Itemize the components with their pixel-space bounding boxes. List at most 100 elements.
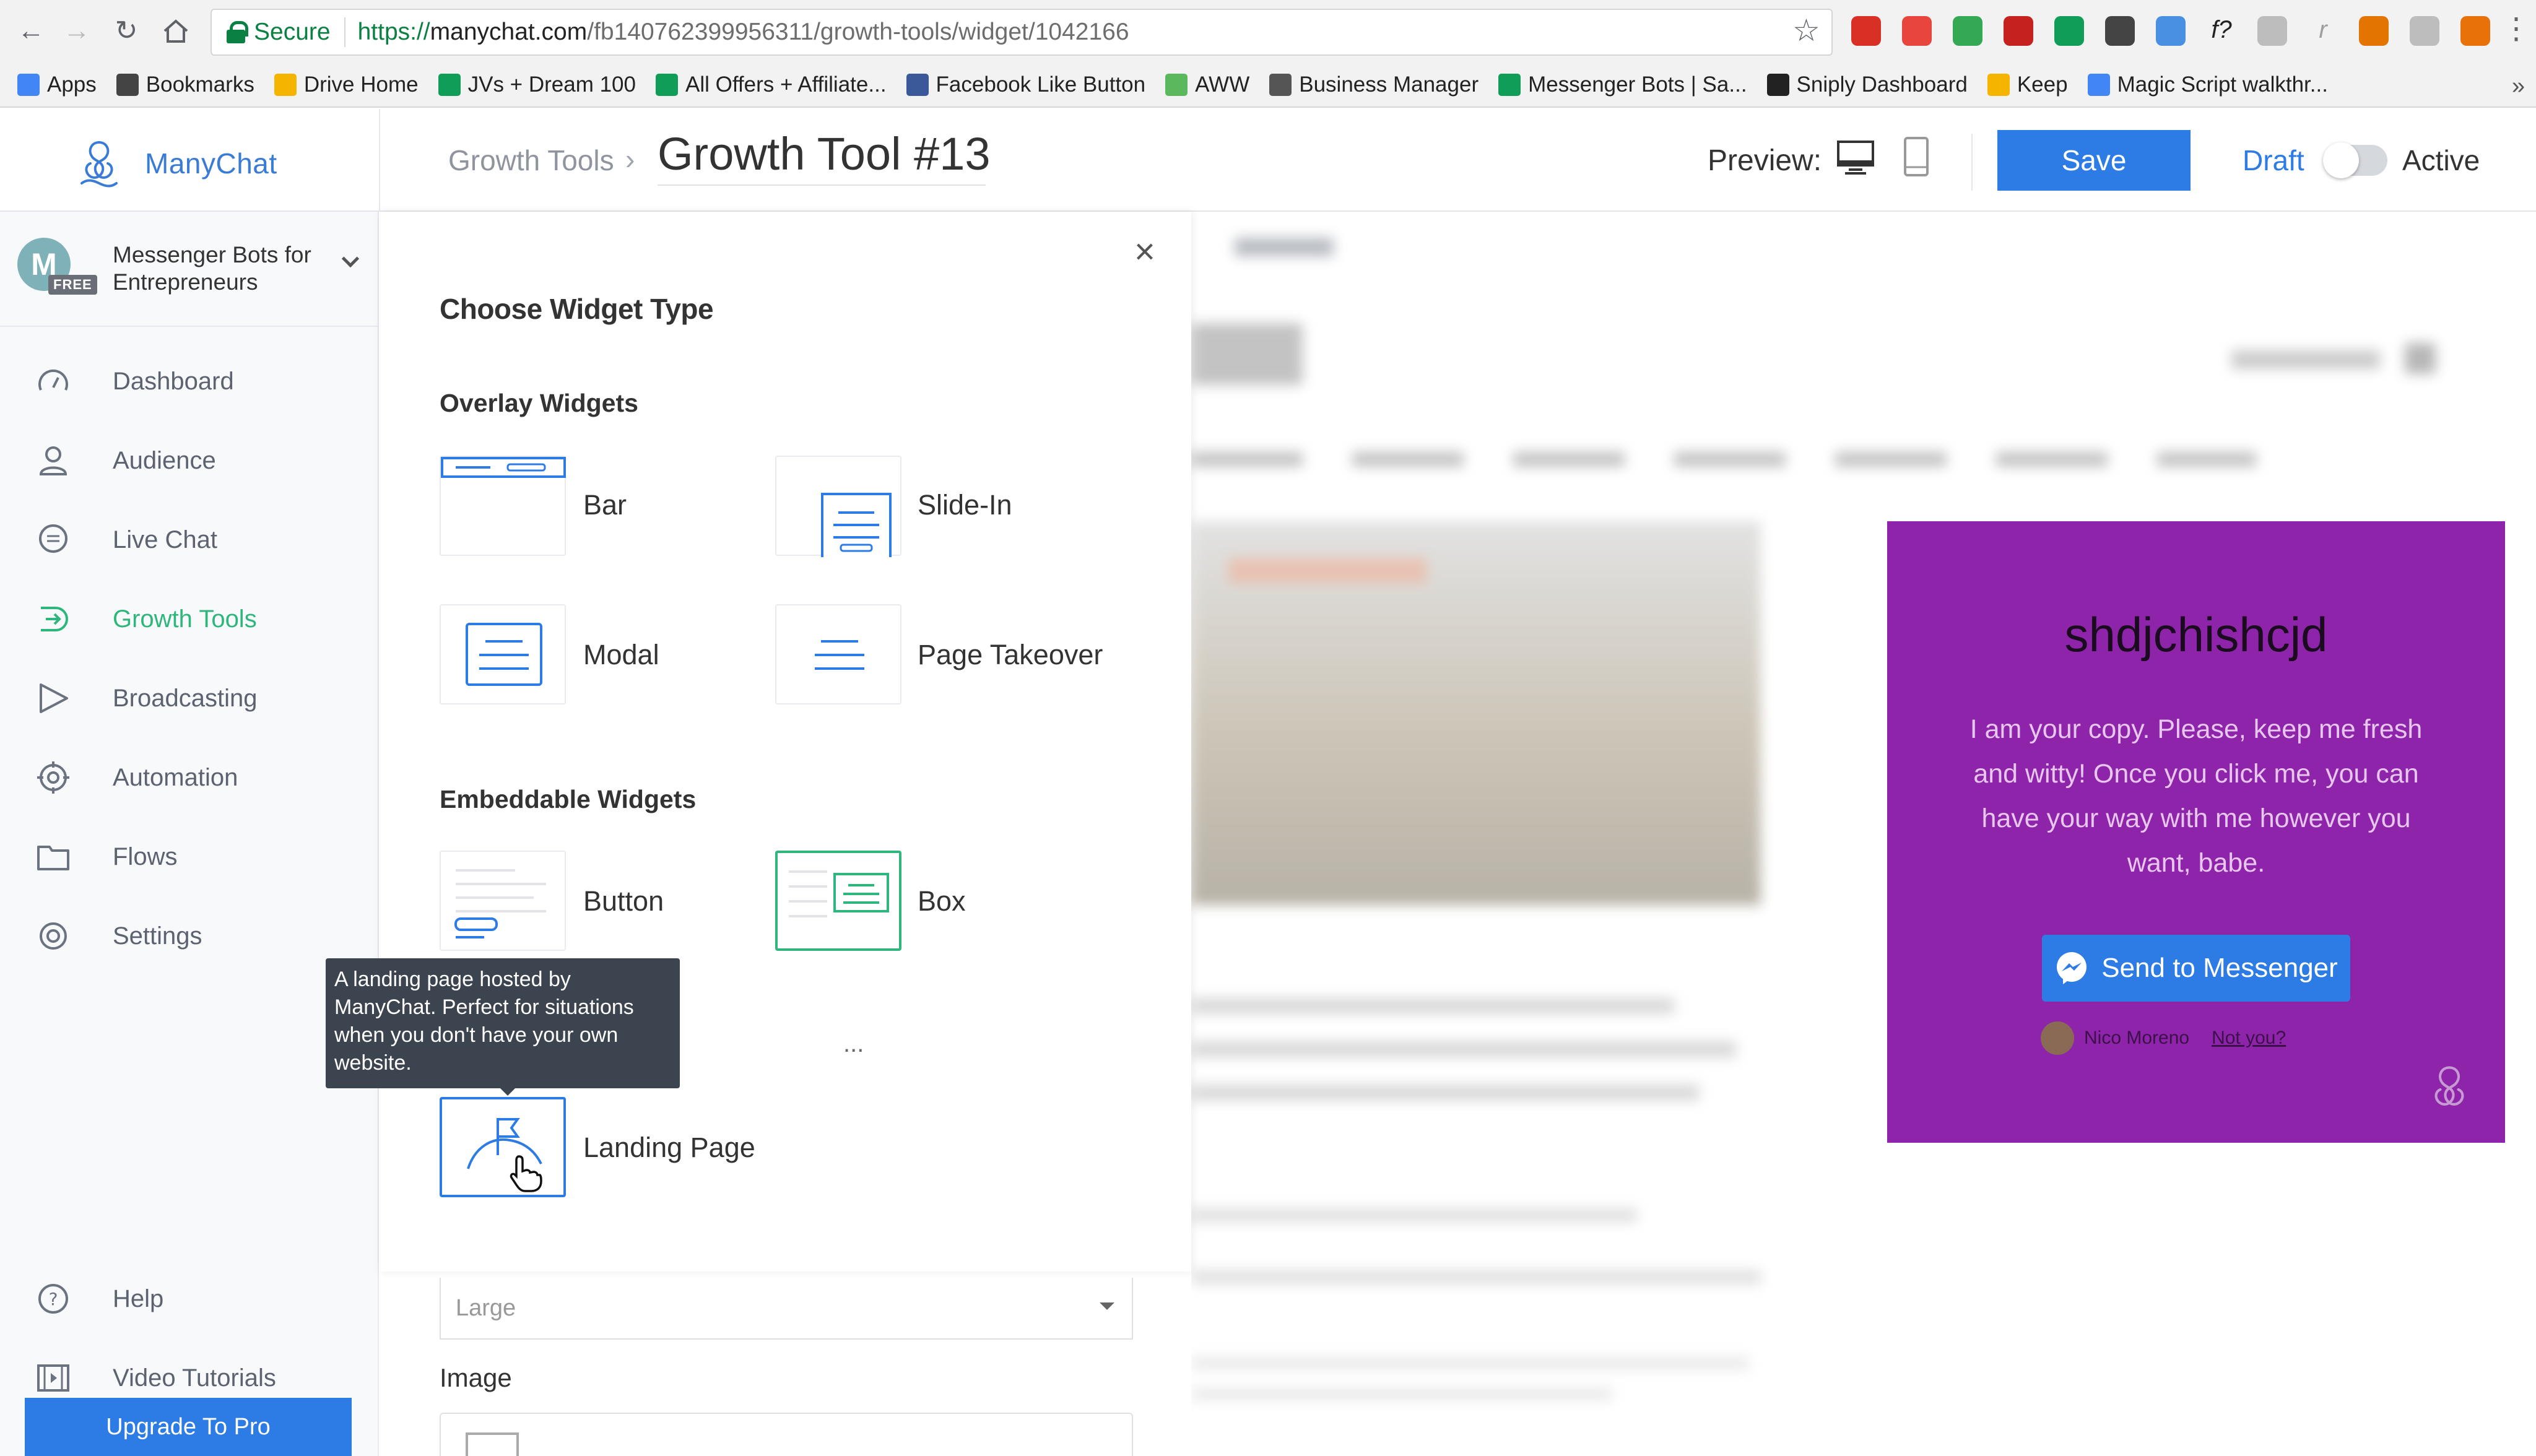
breadcrumb[interactable]: Growth Tools [448,144,614,177]
sidebar-item-label: Help [113,1285,164,1312]
bookmark-item[interactable]: Apps [17,72,97,97]
extension-icon[interactable]: f? [2207,16,2236,46]
sidebar-item-label: Video Tutorials [113,1364,276,1392]
mobile-preview-icon[interactable] [1903,136,1929,177]
draft-label[interactable]: Draft [2243,144,2304,177]
bookmark-item[interactable]: JVs + Dream 100 [438,72,636,97]
caret-down-icon [1100,1302,1114,1310]
apps-grid-icon [17,74,40,96]
extension-icon[interactable] [2359,16,2389,46]
bookmark-item[interactable]: All Offers + Affiliate... [655,72,887,97]
widget-label-landing-page[interactable]: Landing Page [583,1132,755,1164]
browser-menu-icon[interactable]: ⋮ [2501,11,2531,46]
sheets-icon [655,74,678,96]
extension-icon[interactable] [2004,16,2033,46]
widget-label-page-takeover[interactable]: Page Takeover [918,639,1103,671]
save-button[interactable]: Save [1997,130,2191,191]
desktop-preview-icon[interactable] [1836,140,1875,176]
widget-label-modal[interactable]: Modal [583,639,659,671]
bookmark-star-icon[interactable]: ☆ [1792,15,1820,46]
page-title[interactable]: Growth Tool #13 [658,128,991,186]
back-arrow-icon[interactable]: ← [14,14,48,48]
bookmark-item[interactable]: AWW [1165,72,1249,97]
widget-label-slide-in[interactable]: Slide-In [918,489,1012,521]
send-arrow-icon [40,683,68,713]
settings-gear-icon [40,922,67,950]
manychat-logo[interactable]: ManyChat [69,134,277,193]
extension-icon[interactable] [2156,16,2186,46]
widget-option-slide-in[interactable] [775,456,901,560]
sidebar-item-broadcasting[interactable]: Broadcasting [0,670,379,727]
hidden-widget-label-fragment: ... [843,1030,864,1057]
bookmark-item[interactable]: Bookmarks [116,72,254,97]
manychat-watermark-icon [2434,1066,2464,1106]
extension-icon[interactable] [1851,16,1881,46]
extension-icon[interactable] [2257,16,2287,46]
sidebar-item-live-chat[interactable]: Live Chat [0,511,379,568]
box-widget-icon [789,870,889,917]
widget-option-page-takeover[interactable] [775,604,901,704]
chevron-down-icon[interactable] [341,249,360,268]
secure-indicator[interactable]: Secure [212,17,345,47]
home-icon[interactable] [158,14,193,48]
widget-label-button[interactable]: Button [583,885,664,917]
sidebar-item-settings[interactable]: Settings [0,908,379,964]
bookmark-item[interactable]: Magic Script walkthr... [2087,72,2328,97]
bookmark-label: Sniply Dashboard [1796,72,1968,97]
image-upload-box[interactable] [440,1413,1133,1456]
user-avatar [2041,1021,2074,1055]
widget-option-modal[interactable] [440,604,566,704]
send-to-messenger-button[interactable]: Send to Messenger [2042,935,2350,1002]
bookmark-label: Business Manager [1299,72,1479,97]
widget-body-text[interactable]: I am your copy. Please, keep me fresh an… [1961,707,2431,885]
sidebar-item-flows[interactable]: Flows [0,828,379,885]
address-bar[interactable]: Secure https://manychat.com/fb1407623999… [211,9,1833,56]
sidebar-item-automation[interactable]: Automation [0,749,379,806]
aww-icon [1165,74,1188,96]
widget-option-box[interactable] [775,851,901,951]
reload-icon[interactable]: ↻ [109,14,144,48]
extension-icon[interactable] [2460,16,2490,46]
forward-arrow-icon[interactable]: → [59,14,94,48]
video-film-icon [37,1364,69,1392]
extension-icon[interactable]: r [2308,16,2338,46]
send-to-messenger-label: Send to Messenger [2101,953,2338,983]
upgrade-to-pro-button[interactable]: Upgrade To Pro [25,1398,352,1456]
bookmark-item[interactable]: Keep [1987,72,2068,97]
bookmarks-overflow-icon[interactable]: » [2512,73,2525,100]
size-select[interactable]: Large [440,1278,1133,1340]
bookmark-label: Drive Home [303,72,419,97]
widget-option-bar[interactable] [440,456,566,556]
person-icon [39,446,67,475]
docs-icon [2087,74,2110,96]
sidebar-item-help[interactable]: ? Help [0,1270,379,1327]
overlay-widgets-heading: Overlay Widgets [440,389,638,417]
bookmark-item[interactable]: Drive Home [274,72,419,97]
extension-icon[interactable] [2054,16,2084,46]
bookmark-item[interactable]: Messenger Bots | Sa... [1498,72,1747,97]
widget-headline[interactable]: shdjchishcjd [1887,607,2505,663]
active-toggle[interactable] [2323,142,2387,178]
close-icon[interactable]: × [1134,234,1155,270]
widget-label-box[interactable]: Box [918,885,966,917]
not-you-link[interactable]: Not you? [2212,1028,2286,1049]
widget-option-button[interactable] [440,851,566,951]
slide-in-widget-icon [821,493,892,560]
widget-preview-card[interactable]: shdjchishcjd I am your copy. Please, kee… [1887,521,2505,1143]
sidebar-item-dashboard[interactable]: Dashboard [0,353,379,410]
widget-option-landing-page[interactable] [440,1097,566,1197]
tooltip-arrow [499,1087,516,1096]
widget-label-bar[interactable]: Bar [583,489,627,521]
extension-icon[interactable] [1953,16,1982,46]
bookmark-item[interactable]: Sniply Dashboard [1766,72,1968,97]
active-label[interactable]: Active [2402,144,2480,177]
extension-icon[interactable] [1902,16,1932,46]
sidebar-item-label: Dashboard [113,367,234,395]
bookmark-item[interactable]: Business Manager [1269,72,1479,97]
extension-icon[interactable] [2105,16,2135,46]
extension-icon[interactable] [2410,16,2439,46]
bookmark-item[interactable]: Facebook Like Button [906,72,1145,97]
sidebar-item-growth-tools[interactable]: Growth Tools [0,591,379,648]
sidebar-item-audience[interactable]: Audience [0,432,379,489]
account-switcher[interactable]: M FREE Messenger Bots for Entrepreneurs [0,212,379,327]
